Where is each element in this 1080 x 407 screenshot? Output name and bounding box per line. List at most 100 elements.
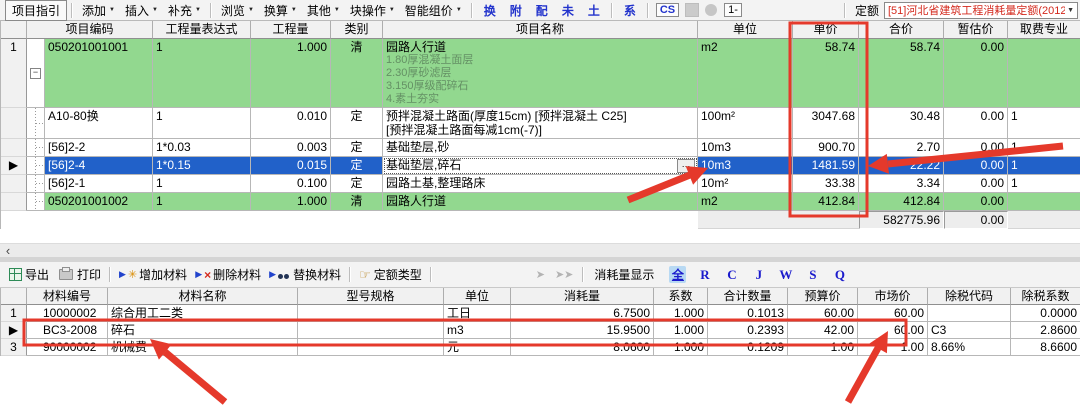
cell-coef[interactable]: 1.000: [654, 339, 708, 356]
column-header[interactable]: 项目名称: [383, 21, 698, 39]
cell-qty[interactable]: 1.000: [251, 39, 331, 108]
cell-taxcode[interactable]: C3: [928, 322, 1011, 339]
cell-spec[interactable]: 1: [1008, 139, 1080, 157]
cell-unit[interactable]: 100m²: [698, 108, 793, 139]
column-header[interactable]: 暂估价: [944, 21, 1008, 39]
cell-qty[interactable]: 0.2393: [708, 322, 788, 339]
column-header[interactable]: 型号规格: [298, 288, 444, 305]
cell-name[interactable]: 综合用工二类: [108, 305, 298, 322]
cell-taxcoef[interactable]: 2.8600: [1011, 322, 1080, 339]
cell-unit[interactable]: 10m3: [698, 139, 793, 157]
column-header[interactable]: 材料名称: [108, 288, 298, 305]
row-header-cell[interactable]: 1: [1, 305, 27, 322]
forward-all-arrow-icon[interactable]: ➤➤: [555, 268, 573, 281]
menu-supplement[interactable]: 补充▼: [163, 1, 206, 20]
cell-est[interactable]: 0.00: [944, 139, 1008, 157]
cell-price[interactable]: 58.74: [793, 39, 859, 108]
cell-total[interactable]: 3.34: [859, 175, 944, 193]
cell-spec[interactable]: [298, 339, 444, 356]
cell-total[interactable]: 2.70: [859, 139, 944, 157]
delete-material-button[interactable]: ▶ × 删除材料: [191, 265, 265, 284]
quick-huan-button[interactable]: 换: [477, 2, 503, 19]
cell-price[interactable]: 900.70: [793, 139, 859, 157]
column-header[interactable]: 类别: [331, 21, 383, 39]
export-button[interactable]: 导出: [5, 265, 53, 284]
cell-name[interactable]: 基础垫层,碎石…: [383, 157, 698, 175]
cell-unit[interactable]: 工日: [444, 305, 511, 322]
cell-coef[interactable]: 1.000: [654, 322, 708, 339]
table-row[interactable]: ▶BC3-2008碎石m315.95001.0000.239342.0060.0…: [1, 322, 1080, 339]
cell-unit[interactable]: 10m²: [698, 175, 793, 193]
cell-name[interactable]: 园路人行道1.80厚混凝土面层2.30厚砂滤层3.150厚级配碎石4.素土夯实: [383, 39, 698, 108]
cell-cat[interactable]: 定: [331, 175, 383, 193]
cell-taxcoef[interactable]: 0.0000: [1011, 305, 1080, 322]
quota-standard-select[interactable]: [51]河北省建筑工程消耗量定额(2012) ▼: [884, 2, 1078, 19]
ellipsis-button[interactable]: …: [677, 159, 695, 173]
cell-price[interactable]: 1481.59: [793, 157, 859, 175]
cell-est[interactable]: 0.00: [944, 108, 1008, 139]
grid-corner-cell[interactable]: [1, 21, 27, 39]
add-material-button[interactable]: ▶ ✳ 增加材料: [115, 265, 191, 284]
column-header[interactable]: 单价: [793, 21, 859, 39]
cell-qty[interactable]: 0.1209: [708, 339, 788, 356]
column-header[interactable]: 合计数量: [708, 288, 788, 305]
table-row[interactable]: A10-80换10.010定预拌混凝土路面(厚度15cm) [预拌混凝土 C25…: [1, 108, 1080, 139]
cell-unit[interactable]: m2: [698, 39, 793, 108]
cell-spec[interactable]: [1008, 193, 1080, 211]
cell-qty[interactable]: 1.000: [251, 193, 331, 211]
cell-price[interactable]: 33.38: [793, 175, 859, 193]
cell-spec[interactable]: 1: [1008, 157, 1080, 175]
quick-fu-button[interactable]: 附: [503, 2, 529, 19]
column-header[interactable]: 单位: [444, 288, 511, 305]
filter-c-button[interactable]: C: [723, 267, 740, 283]
cell-coef[interactable]: 1.000: [654, 305, 708, 322]
cell-est[interactable]: 0.00: [944, 193, 1008, 211]
quick-tu-button[interactable]: 土: [581, 2, 607, 19]
cell-est[interactable]: 0.00: [944, 39, 1008, 108]
cell-expr[interactable]: 1*0.15: [153, 157, 251, 175]
cell-expr[interactable]: 1*0.03: [153, 139, 251, 157]
table-row[interactable]: 390000002机械费元8.06001.0000.12091.001.008.…: [1, 339, 1080, 356]
menu-convert[interactable]: 换算▼: [259, 1, 302, 20]
table-row[interactable]: [56]2-110.100定园路土基,整理路床10m²33.383.340.00…: [1, 175, 1080, 193]
cell-expr[interactable]: 1: [153, 39, 251, 108]
cell-price[interactable]: 412.84: [793, 193, 859, 211]
column-header[interactable]: 取费专业: [1008, 21, 1080, 39]
cell-spec[interactable]: 1: [1008, 175, 1080, 193]
menu-other[interactable]: 其他▼: [302, 1, 345, 20]
cell-code[interactable]: 90000002: [27, 339, 108, 356]
column-header[interactable]: 系数: [654, 288, 708, 305]
table-row[interactable]: 05020100100211.000清园路人行道m2412.84412.840.…: [1, 193, 1080, 211]
cell-cat[interactable]: 定: [331, 157, 383, 175]
cell-total[interactable]: 30.48: [859, 108, 944, 139]
quick-wei-button[interactable]: 未: [555, 2, 581, 19]
filter-w-button[interactable]: W: [777, 267, 794, 283]
grid-corner-cell[interactable]: [1, 288, 27, 305]
cell-cat[interactable]: 清: [331, 39, 383, 108]
cell-name[interactable]: 机械费: [108, 339, 298, 356]
column-header[interactable]: 消耗量: [511, 288, 654, 305]
menu-add[interactable]: 添加▼: [77, 1, 120, 20]
cell-spec[interactable]: [1008, 39, 1080, 108]
horizontal-scrollbar[interactable]: ‹: [0, 243, 1080, 258]
row-header-cell[interactable]: 3: [1, 339, 27, 356]
row-header-cell[interactable]: [1, 175, 27, 193]
cell-code[interactable]: 050201001002: [45, 193, 153, 211]
cell-taxcode[interactable]: [928, 305, 1011, 322]
cell-market[interactable]: 60.00: [858, 322, 928, 339]
chevron-left-icon[interactable]: ‹: [0, 245, 16, 257]
menu-browse[interactable]: 浏览▼: [216, 1, 259, 20]
cs-button[interactable]: CS: [656, 3, 679, 17]
cell-budget[interactable]: 42.00: [788, 322, 858, 339]
column-header[interactable]: 除税系数: [1011, 288, 1080, 305]
quick-xi-button[interactable]: 系: [617, 2, 643, 19]
cell-taxcoef[interactable]: 8.6600: [1011, 339, 1080, 356]
column-header[interactable]: 合价: [859, 21, 944, 39]
quick-pei-button[interactable]: 配: [529, 2, 555, 19]
cell-name[interactable]: 预拌混凝土路面(厚度15cm) [预拌混凝土 C25][预拌混凝土路面每减1cm…: [383, 108, 698, 139]
cell-expr[interactable]: 1: [153, 175, 251, 193]
cell-budget[interactable]: 1.00: [788, 339, 858, 356]
print-button[interactable]: 打印: [53, 265, 105, 284]
column-header[interactable]: 市场价: [858, 288, 928, 305]
cell-code[interactable]: 050201001001: [45, 39, 153, 108]
